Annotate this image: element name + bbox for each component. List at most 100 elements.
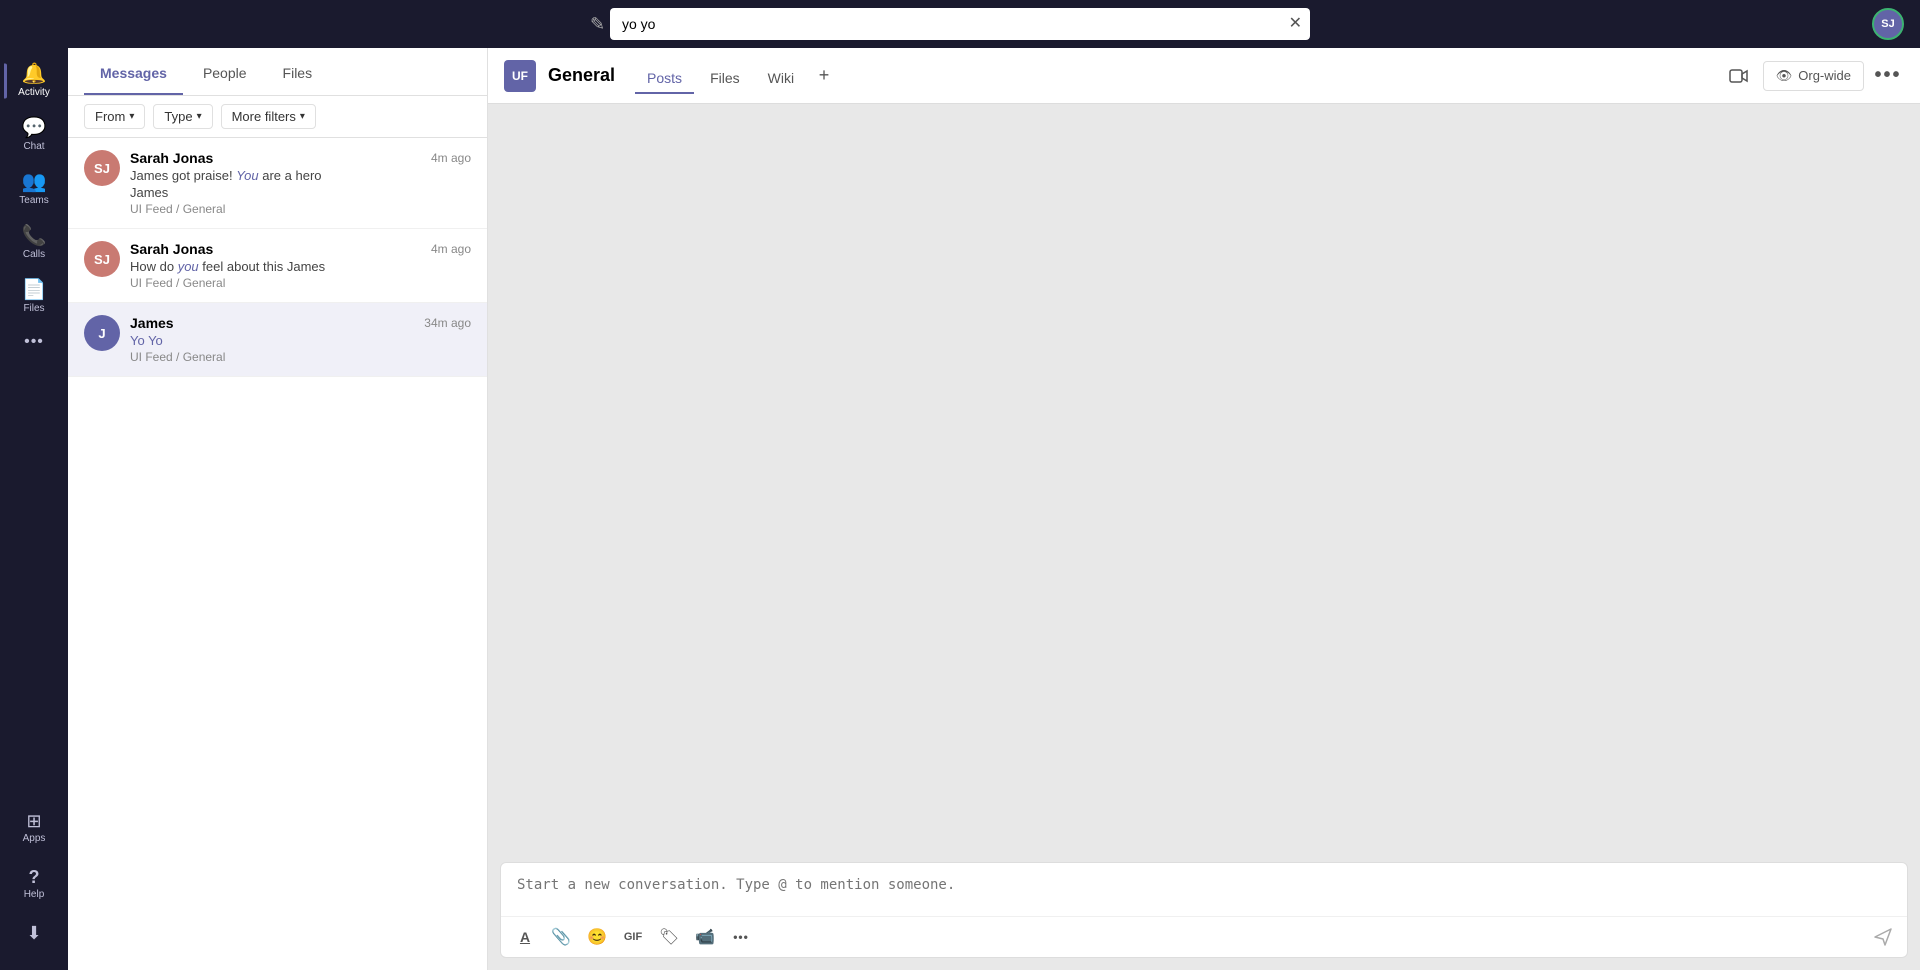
download-icon: ⬇ <box>26 924 41 942</box>
result-time: 34m ago <box>424 316 471 330</box>
result-header: Sarah Jonas 4m ago <box>130 150 471 166</box>
result-time: 4m ago <box>431 151 471 165</box>
sidebar: 🔔 Activity 💬 Chat 👥 Teams 📞 Calls 📄 File… <box>0 48 68 970</box>
sidebar-item-calls[interactable]: 📞 Calls <box>8 218 60 268</box>
avatar: SJ <box>84 241 120 277</box>
calls-icon: 📞 <box>22 226 47 246</box>
channel-name: General <box>548 65 615 86</box>
search-input[interactable] <box>610 8 1310 40</box>
send-button[interactable] <box>1867 921 1899 953</box>
sidebar-bottom: ⊞ Apps ? Help ⬇ <box>8 804 60 962</box>
from-filter-label: From <box>95 109 125 124</box>
search-bar-wrapper: ✕ <box>610 8 1310 40</box>
tab-people[interactable]: People <box>187 53 263 95</box>
more-options-button[interactable]: ••• <box>1872 60 1904 92</box>
attach-icon: 📎 <box>551 927 571 947</box>
results-list: SJ Sarah Jonas 4m ago James got praise! … <box>68 138 487 970</box>
type-chevron-icon: ▾ <box>197 111 202 122</box>
send-icon <box>1873 927 1893 947</box>
sidebar-item-files[interactable]: 📄 Files <box>8 272 60 322</box>
result-channel: UI Feed / General <box>130 350 471 364</box>
teams-icon: 👥 <box>22 172 47 192</box>
highlight: You <box>236 168 258 183</box>
type-filter-button[interactable]: Type ▾ <box>153 104 212 129</box>
result-time: 4m ago <box>431 242 471 256</box>
sidebar-item-download[interactable]: ⬇ <box>8 916 60 950</box>
sticker-button[interactable]: 🏷 <box>653 921 685 953</box>
result-channel: UI Feed / General <box>130 202 471 216</box>
sidebar-label-chat: Chat <box>23 141 44 152</box>
main-layout: 🔔 Activity 💬 Chat 👥 Teams 📞 Calls 📄 File… <box>0 48 1920 970</box>
new-chat-button[interactable]: ✎ <box>590 14 605 35</box>
sidebar-item-help[interactable]: ? Help <box>8 860 60 908</box>
chat-icon: 💬 <box>22 118 47 138</box>
result-item[interactable]: SJ Sarah Jonas 4m ago How do you feel ab… <box>68 229 487 303</box>
tab-files[interactable]: Files <box>698 58 752 94</box>
format-icon: A <box>520 929 530 945</box>
result-name: Sarah Jonas <box>130 150 213 166</box>
org-wide-button[interactable]: 👁 Org-wide <box>1763 61 1864 91</box>
emoji-button[interactable]: 😊 <box>581 921 613 953</box>
more-toolbar-button[interactable]: ••• <box>725 921 757 953</box>
main-content: UF General Posts Files Wiki + 👁 Org-wide <box>488 48 1920 970</box>
user-avatar[interactable]: SJ <box>1872 8 1904 40</box>
add-tab-button[interactable]: + <box>810 62 838 90</box>
tab-files[interactable]: Files <box>267 53 329 95</box>
filter-bar: From ▾ Type ▾ More filters ▾ <box>68 96 487 138</box>
type-filter-label: Type <box>164 109 192 124</box>
emoji-icon: 😊 <box>587 927 607 947</box>
sidebar-label-activity: Activity <box>18 87 50 98</box>
apps-icon: ⊞ <box>26 812 41 830</box>
gif-button[interactable]: GIF <box>617 921 649 953</box>
org-wide-icon: 👁 <box>1776 68 1793 84</box>
video-button[interactable]: 📹 <box>689 921 721 953</box>
sidebar-item-activity[interactable]: 🔔 Activity <box>8 56 60 106</box>
sticker-icon: 🏷 <box>659 927 679 947</box>
meet-button[interactable] <box>1723 60 1755 92</box>
sidebar-item-teams[interactable]: 👥 Teams <box>8 164 60 214</box>
top-bar: ✎ ✕ SJ <box>0 0 1920 48</box>
sidebar-label-help: Help <box>24 889 45 900</box>
search-panel: Messages People Files From ▾ Type ▾ More… <box>68 48 488 970</box>
tab-wiki[interactable]: Wiki <box>756 58 806 94</box>
search-clear-button[interactable]: ✕ <box>1289 16 1302 32</box>
org-wide-label: Org-wide <box>1798 68 1851 83</box>
result-name: James <box>130 315 174 331</box>
composer-toolbar: A 📎 😊 GIF 🏷 📹 ••• <box>501 916 1907 957</box>
sidebar-item-chat[interactable]: 💬 Chat <box>8 110 60 160</box>
result-message-line2: James <box>130 185 471 200</box>
result-channel: UI Feed / General <box>130 276 471 290</box>
sidebar-label-files: Files <box>23 303 44 314</box>
video-icon: 📹 <box>695 927 715 947</box>
result-message-yo: Yo Yo <box>130 333 471 348</box>
more-chevron-icon: ▾ <box>300 111 305 122</box>
sidebar-item-more[interactable]: ••• <box>8 326 60 358</box>
avatar: J <box>84 315 120 351</box>
result-item[interactable]: J James 34m ago Yo Yo UI Feed / General <box>68 303 487 377</box>
chat-area[interactable] <box>488 104 1920 850</box>
from-chevron-icon: ▾ <box>129 111 134 122</box>
files-icon: 📄 <box>22 280 47 300</box>
sidebar-label-apps: Apps <box>23 833 46 844</box>
help-icon: ? <box>29 868 40 886</box>
result-header: Sarah Jonas 4m ago <box>130 241 471 257</box>
result-item[interactable]: SJ Sarah Jonas 4m ago James got praise! … <box>68 138 487 229</box>
activity-icon: 🔔 <box>22 64 47 84</box>
tab-posts[interactable]: Posts <box>635 58 694 94</box>
tab-messages[interactable]: Messages <box>84 53 183 95</box>
result-content: Sarah Jonas 4m ago James got praise! You… <box>130 150 471 216</box>
search-tabs: Messages People Files <box>68 48 487 96</box>
more-filters-button[interactable]: More filters ▾ <box>221 104 316 129</box>
from-filter-button[interactable]: From ▾ <box>84 104 145 129</box>
header-right: 👁 Org-wide ••• <box>1723 60 1904 92</box>
result-message: James got praise! You are a hero <box>130 168 471 183</box>
attach-file-button[interactable]: 📎 <box>545 921 577 953</box>
result-content: James 34m ago Yo Yo UI Feed / General <box>130 315 471 364</box>
sidebar-item-apps[interactable]: ⊞ Apps <box>8 804 60 852</box>
team-icon-badge: UF <box>504 60 536 92</box>
composer-input[interactable] <box>501 863 1907 911</box>
sidebar-label-teams: Teams <box>19 195 48 206</box>
result-content: Sarah Jonas 4m ago How do you feel about… <box>130 241 471 290</box>
avatar: SJ <box>84 150 120 186</box>
format-text-button[interactable]: A <box>509 921 541 953</box>
